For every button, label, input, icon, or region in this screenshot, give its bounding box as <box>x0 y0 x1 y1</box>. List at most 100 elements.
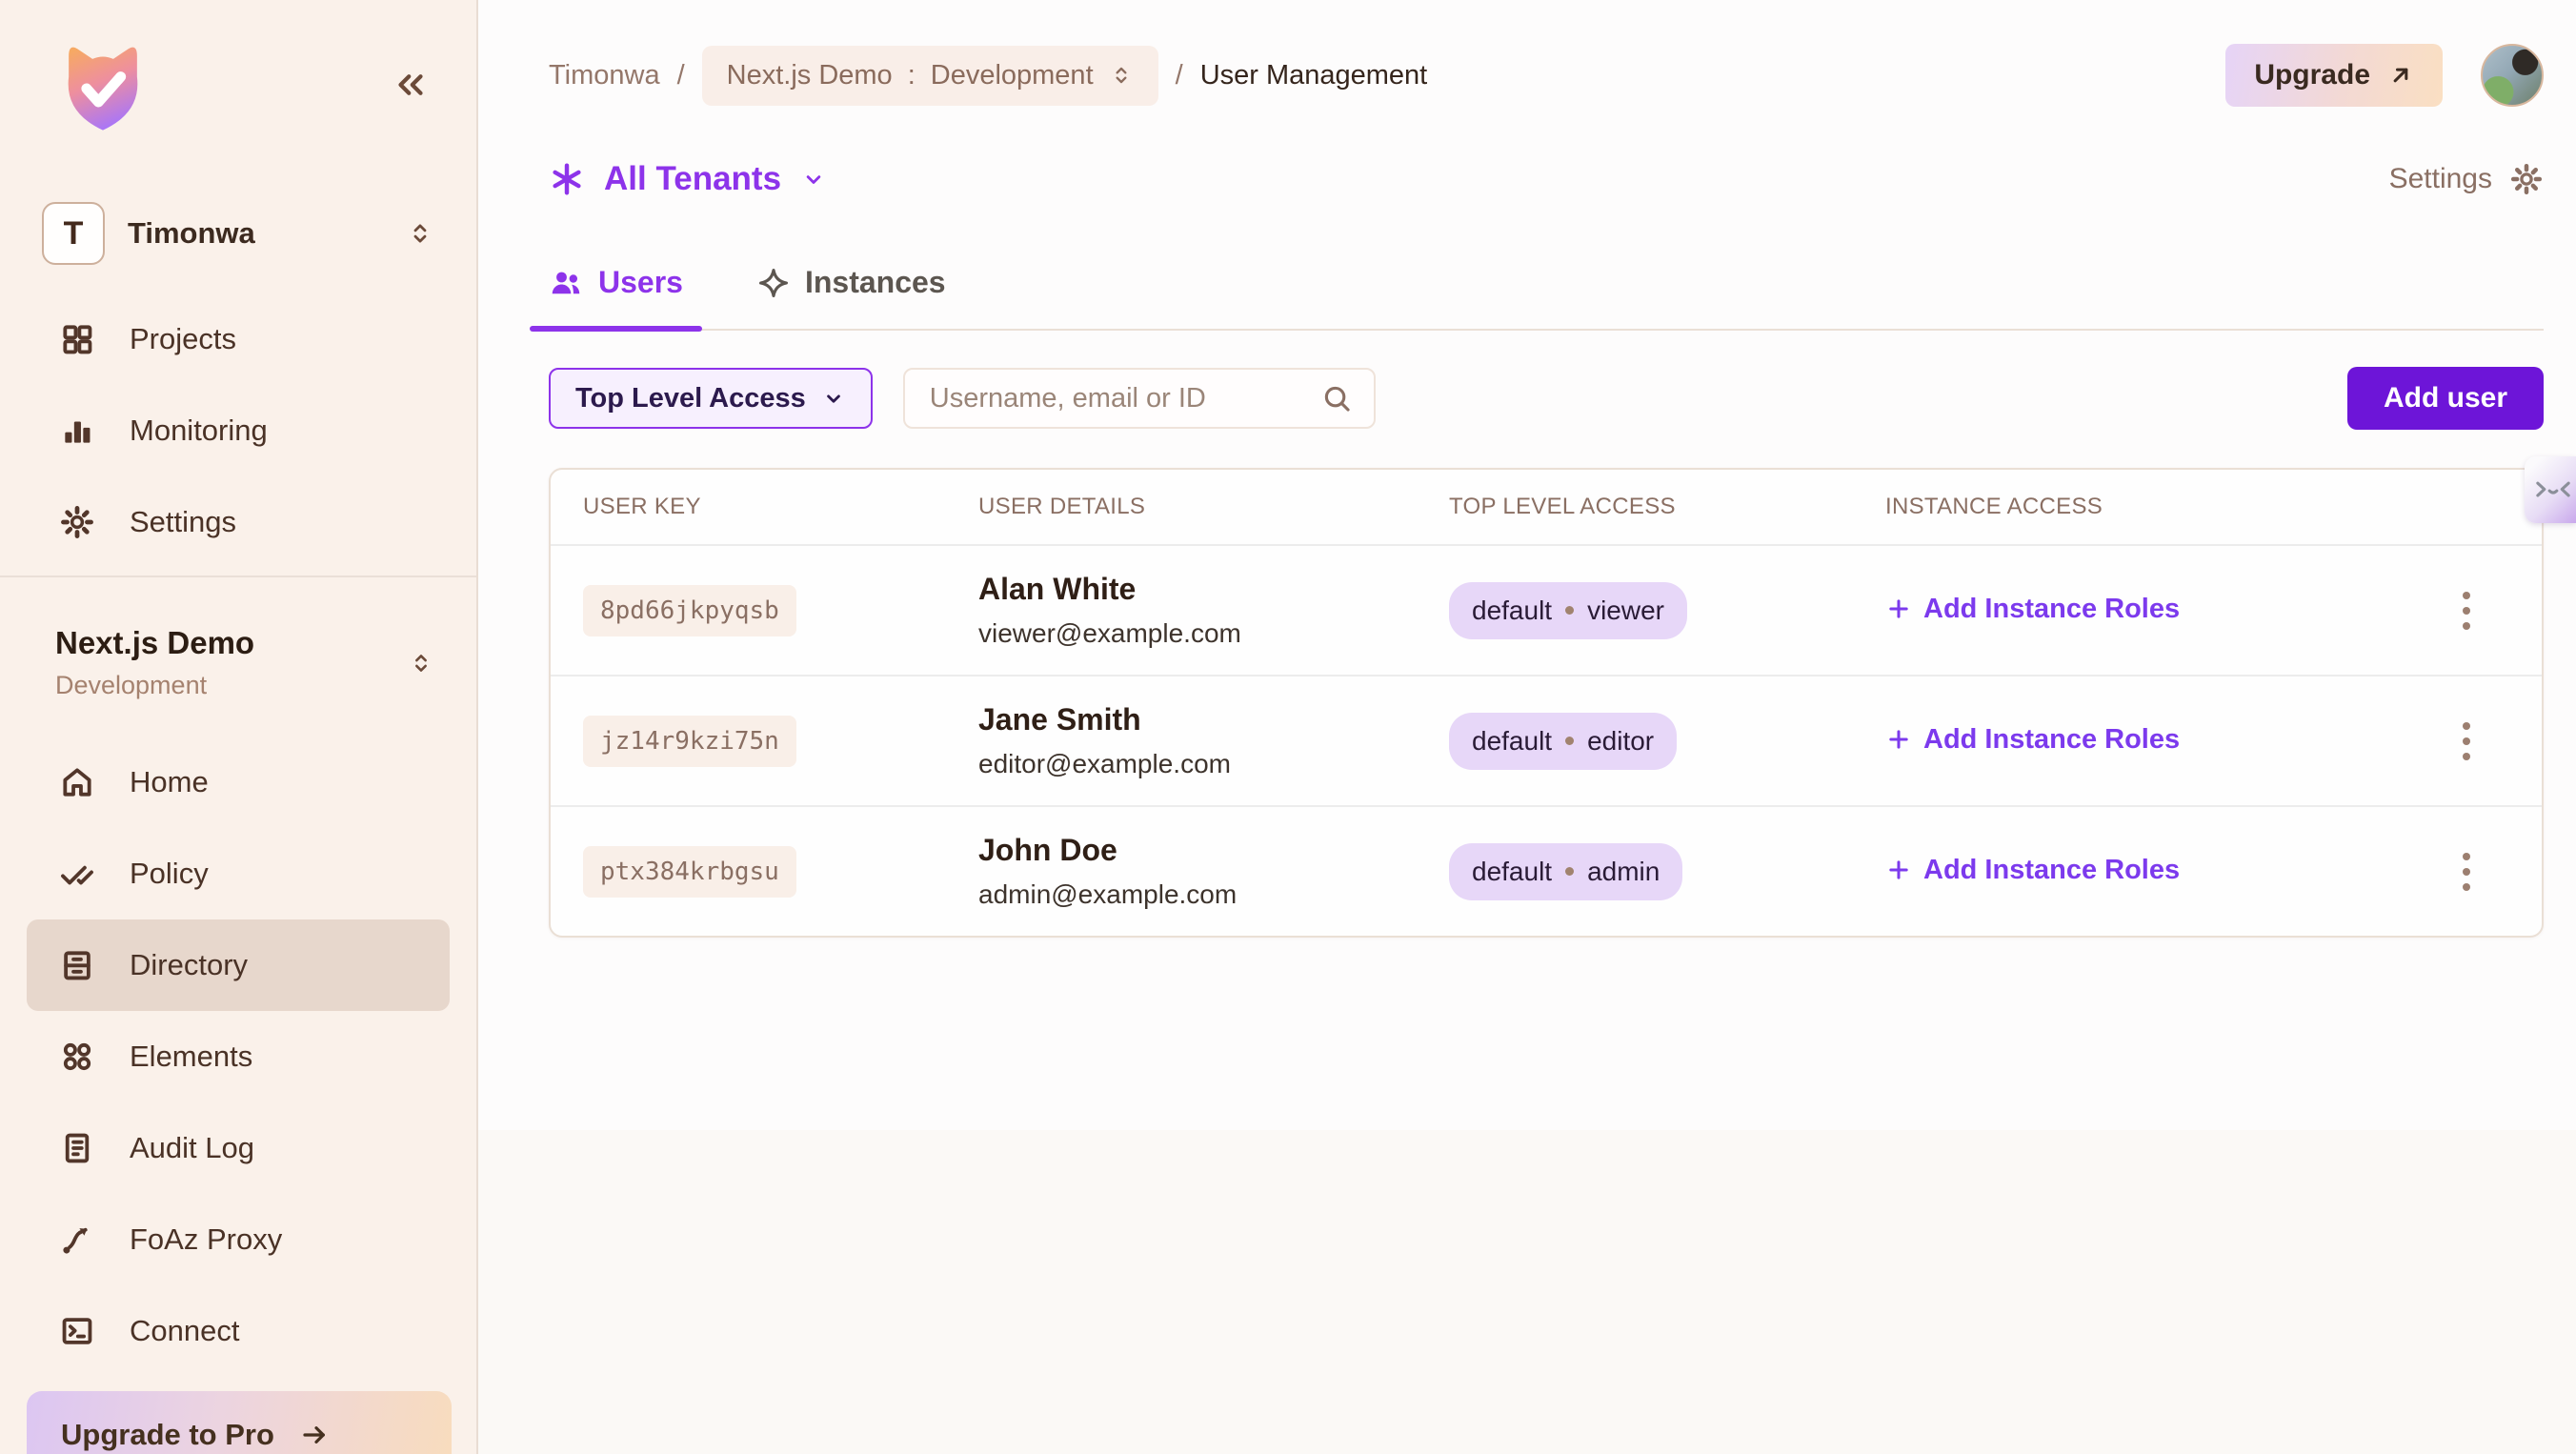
upgrade-button[interactable]: Upgrade <box>2225 44 2443 107</box>
arrow-right-icon <box>299 1420 330 1450</box>
page-settings-link[interactable]: Settings <box>2389 162 2544 196</box>
user-key-chip[interactable]: ptx384krbgsu <box>583 846 796 898</box>
breadcrumb-current-page: User Management <box>1200 60 1428 91</box>
sidebar-item-connect[interactable]: Connect <box>27 1285 450 1377</box>
select-caret-icon <box>408 650 434 677</box>
access-role: viewer <box>1587 596 1664 626</box>
search-input[interactable] <box>930 383 1320 414</box>
tenant-selector[interactable]: All Tenants <box>549 160 827 198</box>
sidebar-item-label: Policy <box>130 857 209 891</box>
sidebar-item-policy[interactable]: Policy <box>27 828 450 919</box>
search-icon[interactable] <box>1320 382 1353 414</box>
access-role: editor <box>1587 726 1654 757</box>
add-instance-roles-label: Add Instance Roles <box>1923 855 2180 886</box>
sidebar-item-label: Connect <box>130 1314 239 1348</box>
sidebar-item-label: Audit Log <box>130 1131 254 1165</box>
sidebar-item-settings[interactable]: Settings <box>0 476 476 568</box>
access-badge[interactable]: default admin <box>1449 843 1682 900</box>
grid-icon <box>59 321 95 357</box>
select-caret-icon <box>406 219 434 248</box>
breadcrumb-separator: / <box>677 60 685 91</box>
column-header-top-level-access: TOP LEVEL ACCESS <box>1449 494 1885 520</box>
badge-separator-dot <box>1565 606 1574 615</box>
breadcrumb-environment: Development <box>931 60 1094 91</box>
project-environment: Development <box>55 671 254 700</box>
tab-users[interactable]: Users <box>549 265 689 329</box>
users-icon <box>549 266 583 300</box>
directory-cabinet-icon <box>59 947 95 983</box>
column-header-user-details: USER DETAILS <box>978 494 1449 520</box>
sidebar-item-label: Elements <box>130 1040 252 1074</box>
add-instance-roles-label: Add Instance Roles <box>1923 594 2180 625</box>
access-tenant: default <box>1472 726 1552 757</box>
sidebar: T Timonwa Projects Monitoring <box>0 0 478 1454</box>
column-header-instance-access: INSTANCE ACCESS <box>1885 494 2424 520</box>
route-icon <box>59 1222 95 1258</box>
user-name: John Doe <box>978 833 1449 868</box>
table-row: ptx384krbgsu John Doe admin@example.com … <box>551 805 2542 936</box>
tenant-selector-label: All Tenants <box>604 160 781 198</box>
user-email: admin@example.com <box>978 879 1449 910</box>
sidebar-item-audit-log[interactable]: Audit Log <box>27 1102 450 1194</box>
add-instance-roles-link[interactable]: Add Instance Roles <box>1885 724 2180 756</box>
user-email: viewer@example.com <box>978 618 1449 649</box>
feedback-widget-tab[interactable] <box>2525 456 2576 523</box>
access-badge[interactable]: default viewer <box>1449 582 1687 639</box>
workspace-switcher[interactable]: T Timonwa <box>42 202 434 265</box>
sidebar-item-monitoring[interactable]: Monitoring <box>0 385 476 476</box>
chevron-down-icon <box>821 386 846 411</box>
tab-instances[interactable]: Instances <box>757 265 952 329</box>
sidebar-divider <box>0 576 476 577</box>
workspace-avatar: T <box>42 202 105 265</box>
breadcrumb-workspace[interactable]: Timonwa <box>549 60 660 91</box>
add-user-button[interactable]: Add user <box>2347 367 2544 430</box>
tenant-bar: All Tenants Settings <box>549 152 2544 206</box>
sidebar-item-elements[interactable]: Elements <box>27 1011 450 1102</box>
user-key-chip[interactable]: 8pd66jkpyqsb <box>583 585 796 636</box>
workspace-name: Timonwa <box>128 216 255 251</box>
bar-chart-icon <box>59 413 95 449</box>
access-role: admin <box>1587 857 1660 887</box>
sidebar-item-projects[interactable]: Projects <box>0 293 476 385</box>
sidebar-item-label: Monitoring <box>130 414 268 448</box>
badge-separator-dot <box>1565 737 1574 745</box>
row-menu-kebab-icon[interactable] <box>2455 584 2478 637</box>
sidebar-item-directory[interactable]: Directory <box>27 919 450 1011</box>
row-menu-kebab-icon[interactable] <box>2455 715 2478 768</box>
tab-label: Instances <box>805 265 946 300</box>
row-menu-kebab-icon[interactable] <box>2455 845 2478 899</box>
sidebar-item-label: FoAz Proxy <box>130 1222 282 1257</box>
select-caret-icon <box>1109 63 1134 88</box>
top-header: Timonwa / Next.js Demo : Development / U… <box>549 44 2544 107</box>
arrow-up-right-icon <box>2387 62 2414 89</box>
terminal-icon <box>59 1313 95 1349</box>
sidebar-item-label: Projects <box>130 322 236 356</box>
add-instance-roles-label: Add Instance Roles <box>1923 724 2180 756</box>
sparkle-diamond-icon <box>757 267 790 299</box>
top-level-access-filter[interactable]: Top Level Access <box>549 368 873 429</box>
upgrade-to-pro-banner[interactable]: Upgrade to Pro <box>27 1391 452 1454</box>
add-instance-roles-link[interactable]: Add Instance Roles <box>1885 594 2180 625</box>
user-name: Alan White <box>978 572 1449 607</box>
access-badge[interactable]: default editor <box>1449 713 1677 770</box>
column-header-user-key: USER KEY <box>583 494 978 520</box>
main-content: Timonwa / Next.js Demo : Development / U… <box>478 0 2576 1454</box>
sidebar-collapse-button[interactable] <box>391 65 431 105</box>
project-switcher[interactable]: Next.js Demo Development <box>55 625 434 700</box>
sidebar-item-foaz-proxy[interactable]: FoAz Proxy <box>27 1194 450 1285</box>
user-email: editor@example.com <box>978 749 1449 779</box>
users-table: USER KEY USER DETAILS TOP LEVEL ACCESS I… <box>549 468 2544 938</box>
gear-icon <box>59 504 95 540</box>
table-row: 8pd66jkpyqsb Alan White viewer@example.c… <box>551 544 2542 675</box>
elements-circles-icon <box>59 1039 95 1075</box>
access-tenant: default <box>1472 857 1552 887</box>
add-instance-roles-link[interactable]: Add Instance Roles <box>1885 855 2180 886</box>
user-key-chip[interactable]: jz14r9kzi75n <box>583 716 796 767</box>
user-name: Jane Smith <box>978 702 1449 737</box>
user-avatar[interactable] <box>2481 44 2544 107</box>
app-logo-icon[interactable] <box>55 38 151 139</box>
plus-icon <box>1885 726 1912 753</box>
sidebar-item-home[interactable]: Home <box>27 737 450 828</box>
breadcrumb-project-env-selector[interactable]: Next.js Demo : Development <box>702 46 1158 106</box>
chevrons-left-icon <box>391 65 431 105</box>
